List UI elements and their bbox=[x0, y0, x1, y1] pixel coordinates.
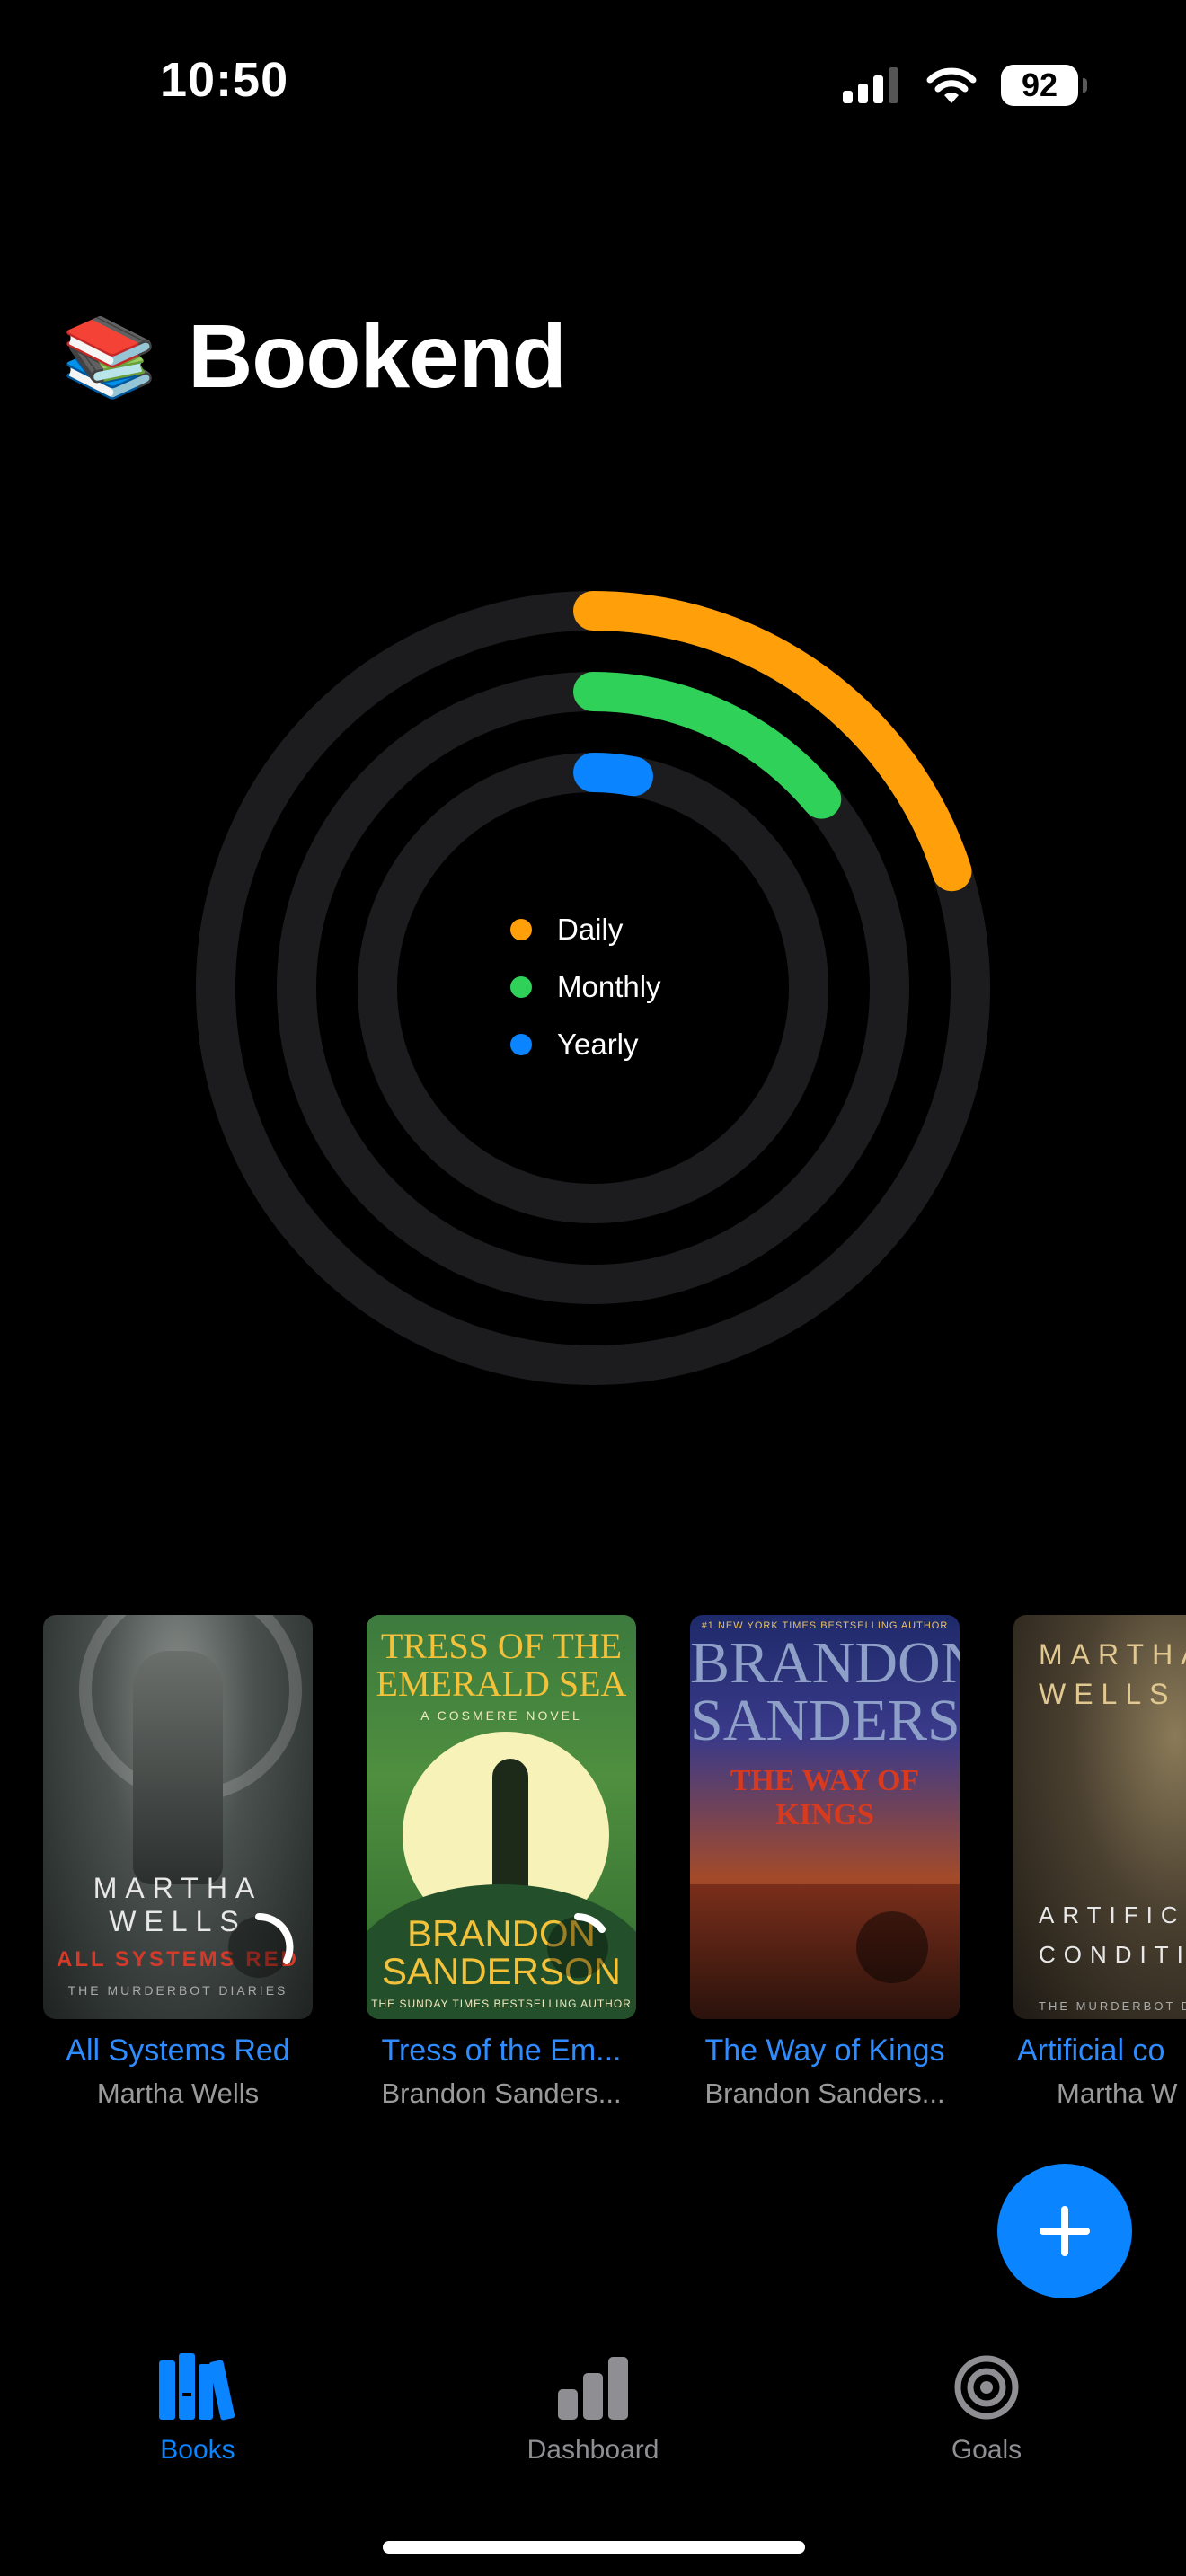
plus-icon bbox=[1040, 2206, 1090, 2256]
wifi-icon bbox=[926, 67, 977, 103]
book-progress-ring bbox=[228, 1912, 294, 1978]
book-author: Brandon Sanders... bbox=[704, 2078, 945, 2109]
legend-item-yearly: Yearly bbox=[510, 1016, 661, 1073]
book-title[interactable]: The Way of Kings bbox=[690, 2033, 960, 2069]
cover-title-line-2: EMERALD SEA bbox=[376, 1663, 627, 1704]
robot-figure-art bbox=[133, 1651, 223, 1884]
cover-author-line-2: SANDERSON bbox=[690, 1688, 960, 1753]
cover-author-line-1: BRANDON bbox=[690, 1630, 960, 1696]
target-icon bbox=[954, 2355, 1019, 2420]
book-cover[interactable]: MARTHA WELLS ALL SYSTEMS RED THE MURDERB… bbox=[43, 1615, 313, 2019]
status-time: 10:50 bbox=[160, 53, 289, 107]
cover-title: THE WAY OF KINGS bbox=[730, 1764, 920, 1831]
book-cover[interactable]: MARTHA WELLS ARTIFICIAL CONDITION THE MU… bbox=[1013, 1615, 1186, 2019]
tab-bar: Books Dashboard Goals bbox=[0, 2353, 1186, 2479]
cover-series: THE MURDERBOT DIARIES bbox=[1039, 1999, 1186, 2013]
legend-dot-yearly bbox=[510, 1034, 532, 1055]
tab-label-books: Books bbox=[160, 2435, 235, 2465]
book-title[interactable]: Artificial co bbox=[1013, 2033, 1186, 2069]
status-icons: 92 bbox=[843, 63, 1087, 108]
book-card-all-systems-red[interactable]: MARTHA WELLS ALL SYSTEMS RED THE MURDERB… bbox=[43, 1615, 313, 2110]
silhouette-art bbox=[492, 1759, 528, 1902]
legend-label-yearly: Yearly bbox=[557, 1028, 639, 1061]
home-indicator bbox=[383, 2541, 805, 2554]
book-author: Brandon Sanders... bbox=[381, 2078, 622, 2109]
book-card-way-of-kings[interactable]: #1 NEW YORK TIMES BESTSELLING AUTHOR BRA… bbox=[690, 1615, 960, 2110]
app-title: Bookend bbox=[188, 306, 567, 407]
book-cover[interactable]: TRESS OF THE EMERALD SEA A COSMERE NOVEL… bbox=[367, 1615, 636, 2019]
cellular-signal-icon bbox=[843, 67, 898, 103]
legend-item-monthly: Monthly bbox=[510, 958, 661, 1016]
book-card-artificial-condition[interactable]: MARTHA WELLS ARTIFICIAL CONDITION THE MU… bbox=[1013, 1615, 1186, 2110]
cover-title-line-1: TRESS OF THE bbox=[380, 1626, 623, 1666]
app-header: 📚 Bookend bbox=[61, 305, 567, 409]
rings-legend: Daily Monthly Yearly bbox=[510, 901, 661, 1073]
battery-icon: 92 bbox=[1001, 65, 1087, 106]
legend-label-daily: Daily bbox=[557, 913, 624, 946]
bar-chart-icon bbox=[558, 2357, 628, 2420]
legend-dot-monthly bbox=[510, 976, 532, 998]
tab-books[interactable]: Books bbox=[90, 2353, 305, 2466]
legend-label-monthly: Monthly bbox=[557, 970, 661, 1003]
tab-label-dashboard: Dashboard bbox=[527, 2435, 659, 2465]
tab-goals[interactable]: Goals bbox=[879, 2353, 1094, 2466]
book-progress-ring bbox=[856, 1911, 928, 1983]
book-title[interactable]: All Systems Red bbox=[43, 2033, 313, 2069]
cover-title: ARTIFICIAL CONDITION bbox=[1039, 1901, 1186, 1968]
books-carousel[interactable]: MARTHA WELLS ALL SYSTEMS RED THE MURDERB… bbox=[0, 1615, 1186, 2118]
add-book-button[interactable] bbox=[997, 2164, 1132, 2298]
cover-tagline: THE SUNDAY TIMES BESTSELLING AUTHOR bbox=[371, 1998, 632, 2010]
cover-note: A COSMERE NOVEL bbox=[420, 1708, 582, 1723]
book-progress-ring bbox=[547, 1913, 608, 1978]
tab-dashboard[interactable]: Dashboard bbox=[485, 2353, 701, 2466]
legend-item-daily: Daily bbox=[510, 901, 661, 958]
ring-progress-yearly bbox=[573, 753, 653, 797]
cover-author: MARTHA WELLS bbox=[1039, 1638, 1186, 1710]
battery-level: 92 bbox=[1021, 66, 1058, 103]
book-author: Martha Wells bbox=[96, 2078, 260, 2109]
book-card-tress[interactable]: TRESS OF THE EMERALD SEA A COSMERE NOVEL… bbox=[367, 1615, 636, 2110]
books-emoji-icon: 📚 bbox=[61, 313, 158, 401]
book-title[interactable]: Tress of the Em... bbox=[367, 2033, 636, 2069]
legend-dot-daily bbox=[510, 919, 532, 940]
tab-label-goals: Goals bbox=[951, 2435, 1022, 2465]
book-cover[interactable]: #1 NEW YORK TIMES BESTSELLING AUTHOR BRA… bbox=[690, 1615, 960, 2019]
books-icon bbox=[159, 2353, 235, 2421]
book-author: Martha W bbox=[1057, 2078, 1178, 2109]
